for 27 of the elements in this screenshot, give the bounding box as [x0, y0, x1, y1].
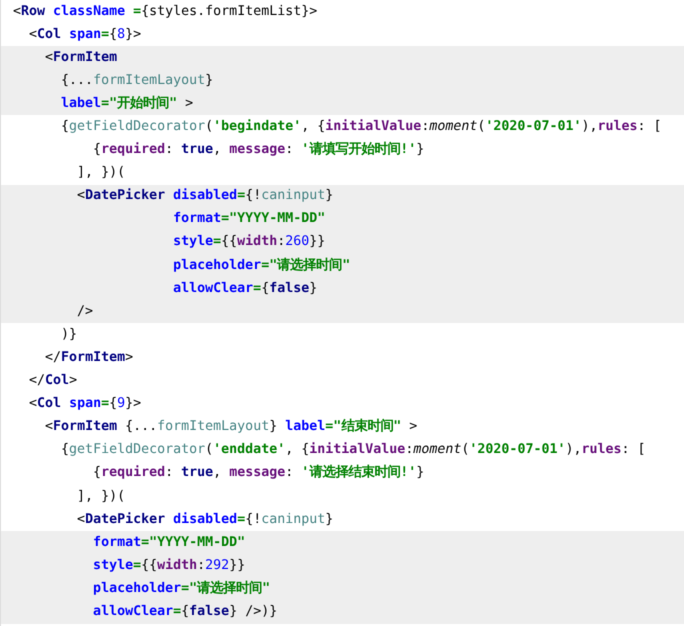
code-line: <FormItem {...formItemLayout} label="结束时间" >: [44, 418, 418, 436]
code-line: <FormItem: [44, 48, 118, 67]
code-line: />: [76, 302, 94, 321]
code-line: style={{width:260}}: [172, 233, 326, 252]
code-line: </FormItem>: [44, 348, 134, 367]
code-line: format="YYYY-MM-DD": [92, 534, 246, 552]
code-line: <DatePicker disabled={!caninput}: [76, 187, 334, 206]
code-line: {required: true, message: '请选择结束时间!'}: [92, 464, 424, 482]
code-line: allowClear={false}: [172, 280, 318, 298]
code-line: {getFieldDecorator('enddate', {initialValue:moment('2020-07-01'),rules: [: [60, 441, 646, 460]
code-line: <Col span={9}>: [28, 395, 142, 414]
code-line: ], })(: [76, 164, 126, 182]
code-line: label="开始时间" >: [60, 94, 194, 113]
code-line: placeholder="请选择时间": [172, 256, 350, 275]
code-line: format="YYYY-MM-DD": [172, 210, 326, 228]
code-line: {getFieldDecorator('begindate', {initialValue:moment('2020-07-01'),rules: [: [60, 118, 662, 136]
code-line: </Col>: [28, 372, 78, 390]
code-line: placeholder="请选择时间": [92, 580, 270, 598]
code-line: {...formItemLayout}: [60, 72, 214, 90]
code-line: style={{width:292}}: [92, 556, 246, 575]
code-line: <Col span={8}>: [28, 26, 142, 44]
code-line: {required: true, message: '请填写开始时间!'}: [92, 140, 424, 160]
code-line: <Row className ={styles.formItemList}>: [12, 2, 318, 21]
code-line: )}: [60, 326, 78, 344]
code-line: <DatePicker disabled={!caninput}: [76, 510, 334, 529]
code-line: ], })(: [76, 488, 126, 506]
code-line: allowClear={false} />)}: [92, 602, 278, 621]
